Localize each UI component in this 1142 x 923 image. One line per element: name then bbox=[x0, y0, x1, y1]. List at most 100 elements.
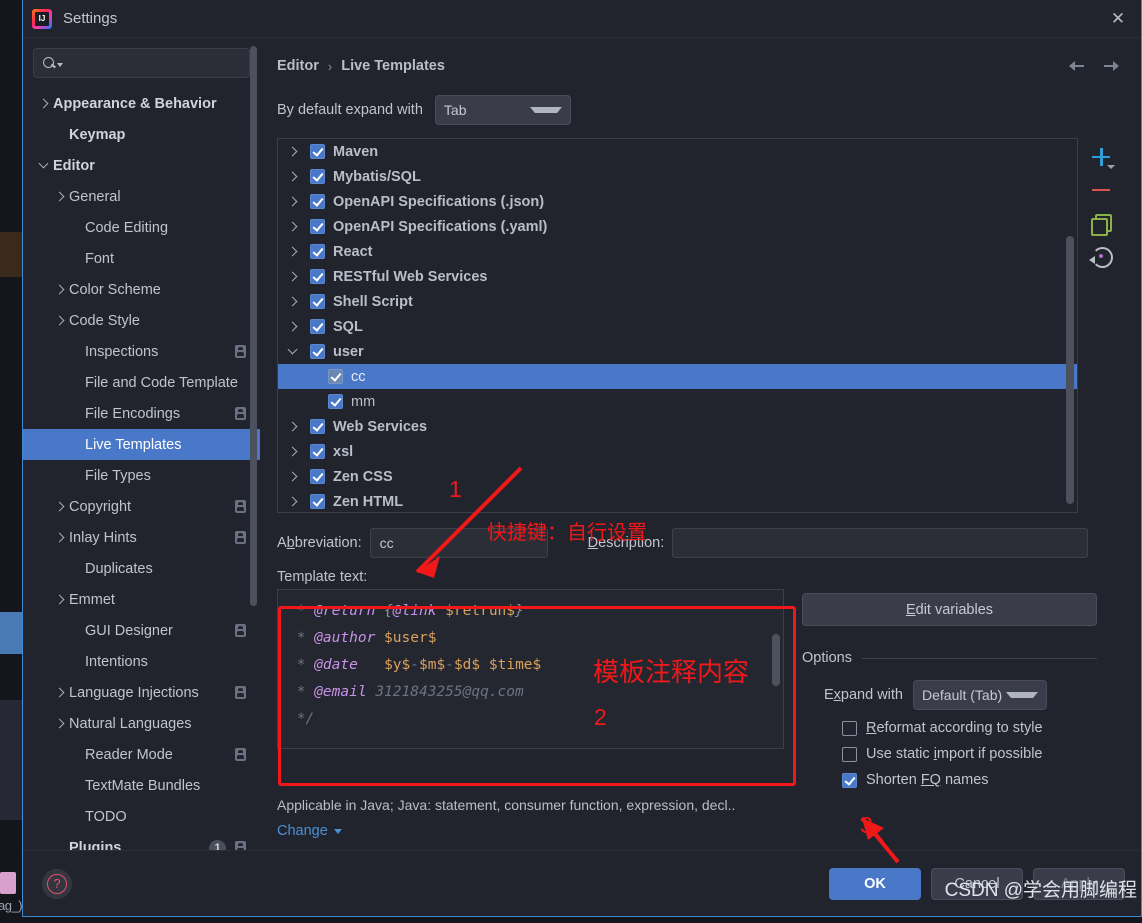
template-enabled-checkbox[interactable] bbox=[310, 344, 325, 359]
template-list-row[interactable]: xsl bbox=[278, 439, 1077, 464]
chevron-down-icon[interactable] bbox=[286, 345, 300, 359]
chevron-right-icon[interactable] bbox=[286, 270, 300, 284]
template-list-row[interactable]: Shell Script bbox=[278, 289, 1077, 314]
sidebar-item-live-templates[interactable]: Live Templates bbox=[23, 429, 260, 460]
checkbox-box[interactable] bbox=[842, 772, 857, 788]
template-list-row[interactable]: React bbox=[278, 239, 1077, 264]
chevron-right-icon[interactable] bbox=[53, 500, 67, 514]
template-list-row[interactable]: OpenAPI Specifications (.json) bbox=[278, 189, 1077, 214]
template-enabled-checkbox[interactable] bbox=[310, 319, 325, 334]
sidebar-item-todo[interactable]: TODO bbox=[23, 801, 260, 832]
template-enabled-checkbox[interactable] bbox=[328, 369, 343, 384]
chevron-right-icon[interactable] bbox=[286, 470, 300, 484]
description-input[interactable] bbox=[672, 528, 1089, 558]
sidebar-item-file-encodings[interactable]: File Encodings bbox=[23, 398, 260, 429]
chevron-right-icon[interactable] bbox=[286, 145, 300, 159]
search-input[interactable] bbox=[67, 55, 243, 71]
use-static-import-checkbox[interactable]: Use static import if possible bbox=[802, 746, 1097, 762]
sidebar-item-keymap[interactable]: Keymap bbox=[23, 119, 260, 150]
sidebar-item-font[interactable]: Font bbox=[23, 243, 260, 274]
template-enabled-checkbox[interactable] bbox=[328, 394, 343, 409]
close-icon[interactable]: ✕ bbox=[1095, 0, 1141, 37]
template-text-editor[interactable]: * @return {@link $retrun$} * @author $us… bbox=[277, 589, 784, 749]
forward-arrow-icon[interactable] bbox=[1101, 58, 1119, 74]
template-list-row[interactable]: mm bbox=[278, 389, 1077, 414]
template-list-row[interactable]: Web Services bbox=[278, 414, 1077, 439]
sidebar-item-duplicates[interactable]: Duplicates bbox=[23, 553, 260, 584]
sidebar-item-inlay-hints[interactable]: Inlay Hints bbox=[23, 522, 260, 553]
sidebar-item-file-types[interactable]: File Types bbox=[23, 460, 260, 491]
help-icon[interactable]: ? bbox=[42, 868, 72, 899]
template-enabled-checkbox[interactable] bbox=[310, 169, 325, 184]
sidebar-item-natural-languages[interactable]: Natural Languages bbox=[23, 708, 260, 739]
sidebar-item-general[interactable]: General bbox=[23, 181, 260, 212]
chevron-right-icon[interactable] bbox=[286, 295, 300, 309]
template-enabled-checkbox[interactable] bbox=[310, 144, 325, 159]
sidebar-item-copyright[interactable]: Copyright bbox=[23, 491, 260, 522]
sidebar-item-gui-designer[interactable]: GUI Designer bbox=[23, 615, 260, 646]
chevron-right-icon[interactable] bbox=[286, 245, 300, 259]
chevron-down-icon[interactable] bbox=[37, 159, 51, 173]
template-text-scrollbar[interactable] bbox=[772, 634, 780, 686]
template-list-row[interactable]: Maven bbox=[278, 139, 1077, 164]
sidebar-item-editor[interactable]: Editor bbox=[23, 150, 260, 181]
shorten-fq-names-checkbox[interactable]: Shorten FQ names bbox=[802, 772, 1097, 788]
chevron-right-icon[interactable] bbox=[53, 314, 67, 328]
chevron-right-icon[interactable] bbox=[286, 320, 300, 334]
template-list-row[interactable]: user bbox=[278, 339, 1077, 364]
chevron-right-icon[interactable] bbox=[286, 170, 300, 184]
chevron-right-icon[interactable] bbox=[37, 97, 51, 111]
sidebar-item-emmet[interactable]: Emmet bbox=[23, 584, 260, 615]
sidebar-item-inspections[interactable]: Inspections bbox=[23, 336, 260, 367]
template-list-scrollbar[interactable] bbox=[1065, 236, 1074, 504]
restore-defaults-button[interactable] bbox=[1089, 245, 1114, 268]
breadcrumb-parent[interactable]: Editor bbox=[277, 58, 319, 74]
template-enabled-checkbox[interactable] bbox=[310, 444, 325, 459]
template-list-row[interactable]: SQL bbox=[278, 314, 1077, 339]
chevron-right-icon[interactable] bbox=[53, 593, 67, 607]
template-list-row[interactable]: Mybatis/SQL bbox=[278, 164, 1077, 189]
add-template-button[interactable] bbox=[1090, 146, 1116, 169]
sidebar-item-code-style[interactable]: Code Style bbox=[23, 305, 260, 336]
chevron-right-icon[interactable] bbox=[53, 686, 67, 700]
template-list-row[interactable]: OpenAPI Specifications (.yaml) bbox=[278, 214, 1077, 239]
remove-template-button[interactable] bbox=[1090, 179, 1112, 201]
sidebar-item-reader-mode[interactable]: Reader Mode bbox=[23, 739, 260, 770]
sidebar-item-file-and-code-template[interactable]: File and Code Template bbox=[23, 367, 260, 398]
chevron-right-icon[interactable] bbox=[286, 420, 300, 434]
back-arrow-icon[interactable] bbox=[1069, 58, 1087, 74]
search-box[interactable] bbox=[33, 48, 250, 78]
template-enabled-checkbox[interactable] bbox=[310, 294, 325, 309]
chevron-right-icon[interactable] bbox=[53, 283, 67, 297]
chevron-right-icon[interactable] bbox=[53, 190, 67, 204]
template-enabled-checkbox[interactable] bbox=[310, 269, 325, 284]
sidebar-item-code-editing[interactable]: Code Editing bbox=[23, 212, 260, 243]
template-list[interactable]: Maven Mybatis/SQL OpenAPI Specifications (… bbox=[277, 138, 1078, 513]
template-list-row[interactable]: cc bbox=[278, 364, 1077, 389]
template-enabled-checkbox[interactable] bbox=[310, 244, 325, 259]
abbreviation-input[interactable] bbox=[369, 528, 548, 558]
sidebar-item-language-injections[interactable]: Language Injections bbox=[23, 677, 260, 708]
chevron-right-icon[interactable] bbox=[286, 495, 300, 509]
sidebar-item-plugins[interactable]: Plugins 1 bbox=[23, 832, 260, 850]
duplicate-template-button[interactable] bbox=[1090, 212, 1113, 236]
chevron-right-icon[interactable] bbox=[53, 717, 67, 731]
template-list-row[interactable]: RESTful Web Services bbox=[278, 264, 1077, 289]
chevron-right-icon[interactable] bbox=[286, 445, 300, 459]
chevron-right-icon[interactable] bbox=[286, 195, 300, 209]
expand-with-dropdown[interactable]: Default (Tab) bbox=[913, 680, 1047, 710]
template-enabled-checkbox[interactable] bbox=[310, 469, 325, 484]
template-list-row[interactable]: Zen HTML bbox=[278, 489, 1077, 512]
edit-variables-button[interactable]: Edit variables bbox=[802, 593, 1097, 626]
reformat-according-to-style-checkbox[interactable]: Reformat according to style bbox=[802, 720, 1097, 736]
change-context-link[interactable]: Change bbox=[277, 823, 342, 839]
sidebar-item-appearance-behavior[interactable]: Appearance & Behavior bbox=[23, 88, 260, 119]
checkbox-box[interactable] bbox=[842, 746, 857, 762]
sidebar-item-color-scheme[interactable]: Color Scheme bbox=[23, 274, 260, 305]
template-enabled-checkbox[interactable] bbox=[310, 219, 325, 234]
sidebar-item-textmate-bundles[interactable]: TextMate Bundles bbox=[23, 770, 260, 801]
template-enabled-checkbox[interactable] bbox=[310, 194, 325, 209]
checkbox-box[interactable] bbox=[842, 720, 857, 736]
sidebar-scrollbar[interactable] bbox=[250, 46, 257, 606]
chevron-right-icon[interactable] bbox=[53, 531, 67, 545]
